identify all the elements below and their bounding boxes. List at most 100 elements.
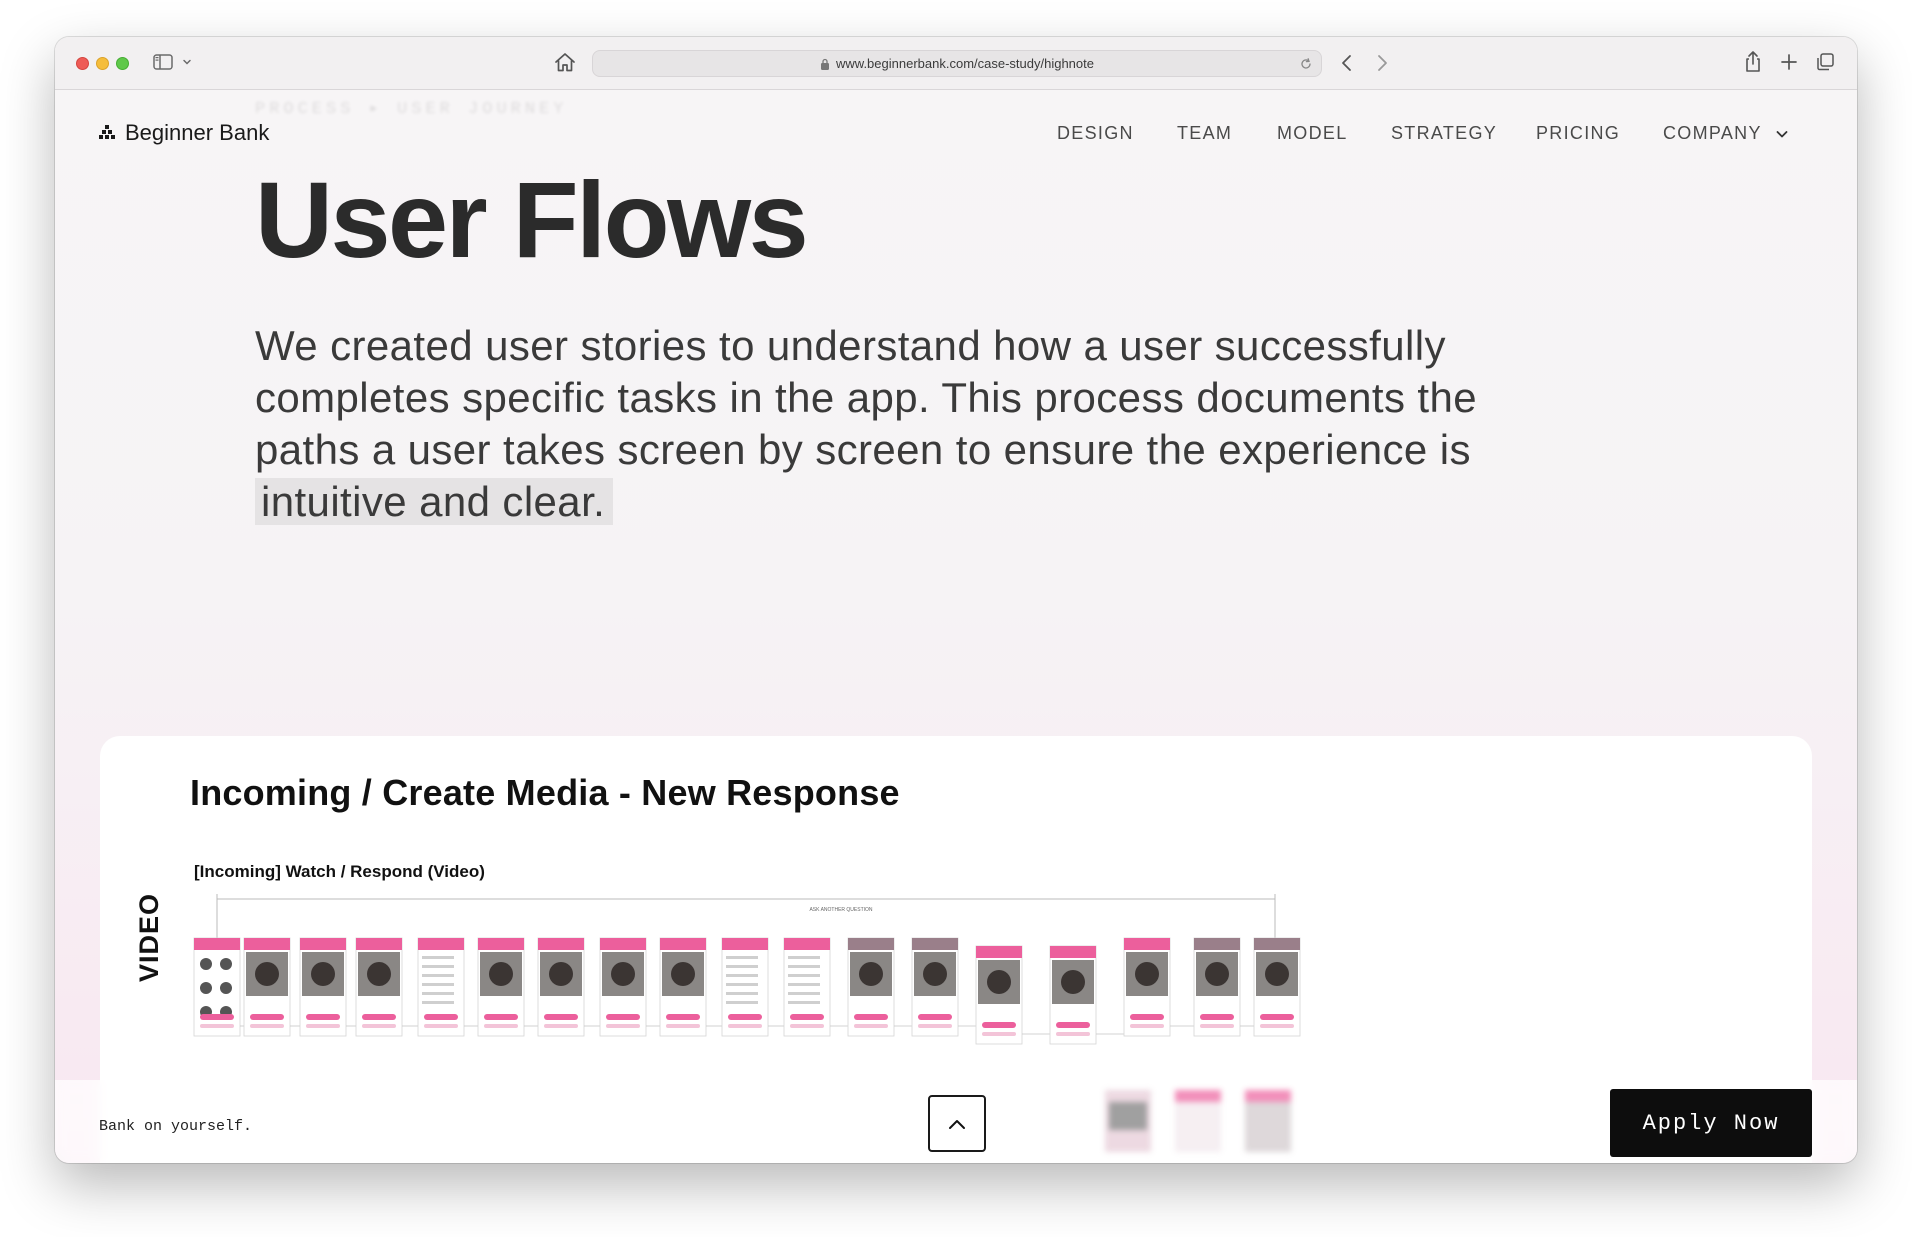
browser-window: www.beginnerbank.com/case-study/highnote…	[55, 37, 1857, 1163]
flow-screen-line	[788, 983, 820, 986]
flow-screen-line	[422, 992, 454, 995]
flow-screen-line	[788, 1001, 820, 1004]
flow-screen-face	[923, 962, 947, 986]
flow-screen-button	[250, 1024, 284, 1028]
back-arrow-icon[interactable]	[1338, 52, 1356, 74]
flow-screen-button	[854, 1014, 888, 1020]
footer-tagline: Bank on yourself.	[99, 1118, 253, 1135]
forward-arrow-icon[interactable]	[1373, 52, 1391, 74]
flow-screen-button	[544, 1024, 578, 1028]
share-icon[interactable]	[1743, 50, 1763, 74]
flow-screen-face	[549, 962, 573, 986]
flow-screen-header	[538, 938, 584, 950]
flow-screen-button	[666, 1024, 700, 1028]
scroll-to-top-button[interactable]	[928, 1095, 986, 1152]
reload-icon[interactable]	[1299, 57, 1313, 71]
flow-screen-button	[200, 1014, 234, 1020]
flow-screen-face	[1061, 970, 1085, 994]
flow-screen-button	[1130, 1014, 1164, 1020]
flow-screen-button	[544, 1014, 578, 1020]
close-window-button[interactable]	[76, 57, 89, 70]
chevron-down-icon[interactable]	[181, 56, 193, 68]
flow-screen-line	[788, 956, 820, 959]
flow-screen-line	[788, 992, 820, 995]
flow-screen-button	[728, 1024, 762, 1028]
flow-screen-header	[600, 938, 646, 950]
highlighted-text: intuitive and clear.	[255, 478, 614, 525]
nav-strategy[interactable]: STRATEGY	[1391, 123, 1497, 144]
flow-screen-button	[790, 1014, 824, 1020]
address-bar[interactable]: www.beginnerbank.com/case-study/highnote	[592, 50, 1322, 77]
tabs-icon[interactable]	[1815, 52, 1835, 72]
flow-screen-face	[489, 962, 513, 986]
flow-screen	[783, 937, 831, 1037]
flow-screen-line	[422, 983, 454, 986]
flow-screen-line	[726, 974, 758, 977]
nav-pricing[interactable]: PRICING	[1536, 123, 1620, 144]
intro-line-1: We created user stories to understand ho…	[255, 322, 1446, 369]
nav-design[interactable]: DESIGN	[1057, 123, 1134, 144]
flow-screen-header	[194, 938, 240, 950]
flow-screen-button	[1056, 1032, 1090, 1036]
flow-screen-button	[606, 1024, 640, 1028]
flow-screen-button	[424, 1024, 458, 1028]
nav-team[interactable]: TEAM	[1177, 123, 1232, 144]
flow-screen-face	[367, 962, 391, 986]
flow-screen-header	[660, 938, 706, 950]
flow-screen-line	[422, 956, 454, 959]
flow-screen-button	[1260, 1014, 1294, 1020]
flow-screen-button	[250, 1014, 284, 1020]
flow-screen-button	[854, 1024, 888, 1028]
flow-screen-face	[1265, 962, 1289, 986]
flow-screen-line	[422, 1001, 454, 1004]
nav-company[interactable]: COMPANY	[1663, 123, 1762, 144]
flow-screen-button	[1260, 1024, 1294, 1028]
flow-screen-header	[1050, 946, 1096, 958]
flow-screen-header	[784, 938, 830, 950]
flow-screen-line	[726, 956, 758, 959]
flow-screen-button	[424, 1014, 458, 1020]
flow-screen-header	[912, 938, 958, 950]
address-text[interactable]: www.beginnerbank.com/case-study/highnote	[836, 56, 1094, 71]
flow-screen-avatar	[200, 982, 212, 994]
page-content: PROCESS ▸ USER JOURNEY Beginner Bank DES…	[55, 90, 1857, 1163]
flow-screen-header	[722, 938, 768, 950]
flow-screen-button	[666, 1014, 700, 1020]
flow-screen-button	[362, 1024, 396, 1028]
flow-screen-header	[1124, 938, 1170, 950]
flow-screen-header	[244, 938, 290, 950]
flow-screen-header	[848, 938, 894, 950]
flow-screen-button	[1056, 1022, 1090, 1028]
flow-screen-line	[726, 983, 758, 986]
minimize-window-button[interactable]	[96, 57, 109, 70]
apply-now-button[interactable]: Apply Now	[1610, 1089, 1812, 1157]
plus-icon[interactable]	[1779, 52, 1799, 72]
flow-screen-line	[726, 1001, 758, 1004]
flow-screen	[721, 937, 769, 1037]
flow-screen-header	[418, 938, 464, 950]
flow-screen-line	[422, 974, 454, 977]
home-icon[interactable]	[553, 51, 577, 73]
nav-model[interactable]: MODEL	[1277, 123, 1348, 144]
flow-screen-face	[255, 962, 279, 986]
chevron-down-icon[interactable]	[1775, 127, 1789, 141]
flow-screen	[417, 937, 465, 1037]
flow-screen-header	[1254, 938, 1300, 950]
flow-screen-face	[859, 962, 883, 986]
flow-screen-header	[300, 938, 346, 950]
blurred-screens-background	[1105, 1090, 1291, 1152]
flow-screen-button	[1200, 1014, 1234, 1020]
flow-screen-line	[726, 965, 758, 968]
intro-line-3: paths a user takes screen by screen to e…	[255, 426, 1471, 473]
flow-screen-button	[1130, 1024, 1164, 1028]
intro-line-2: completes specific tasks in the app. Thi…	[255, 374, 1478, 421]
flow-screen-avatar	[220, 982, 232, 994]
zoom-window-button[interactable]	[116, 57, 129, 70]
faded-breadcrumb: PROCESS ▸ USER JOURNEY	[255, 100, 568, 119]
flow-screen-line	[422, 965, 454, 968]
flow-screen-button	[728, 1014, 762, 1020]
diagram-caption: ASK ANOTHER QUESTION	[809, 907, 872, 913]
sidebar-icon[interactable]	[153, 54, 173, 70]
flow-screen-line	[788, 974, 820, 977]
page-title: User Flows	[255, 159, 809, 280]
